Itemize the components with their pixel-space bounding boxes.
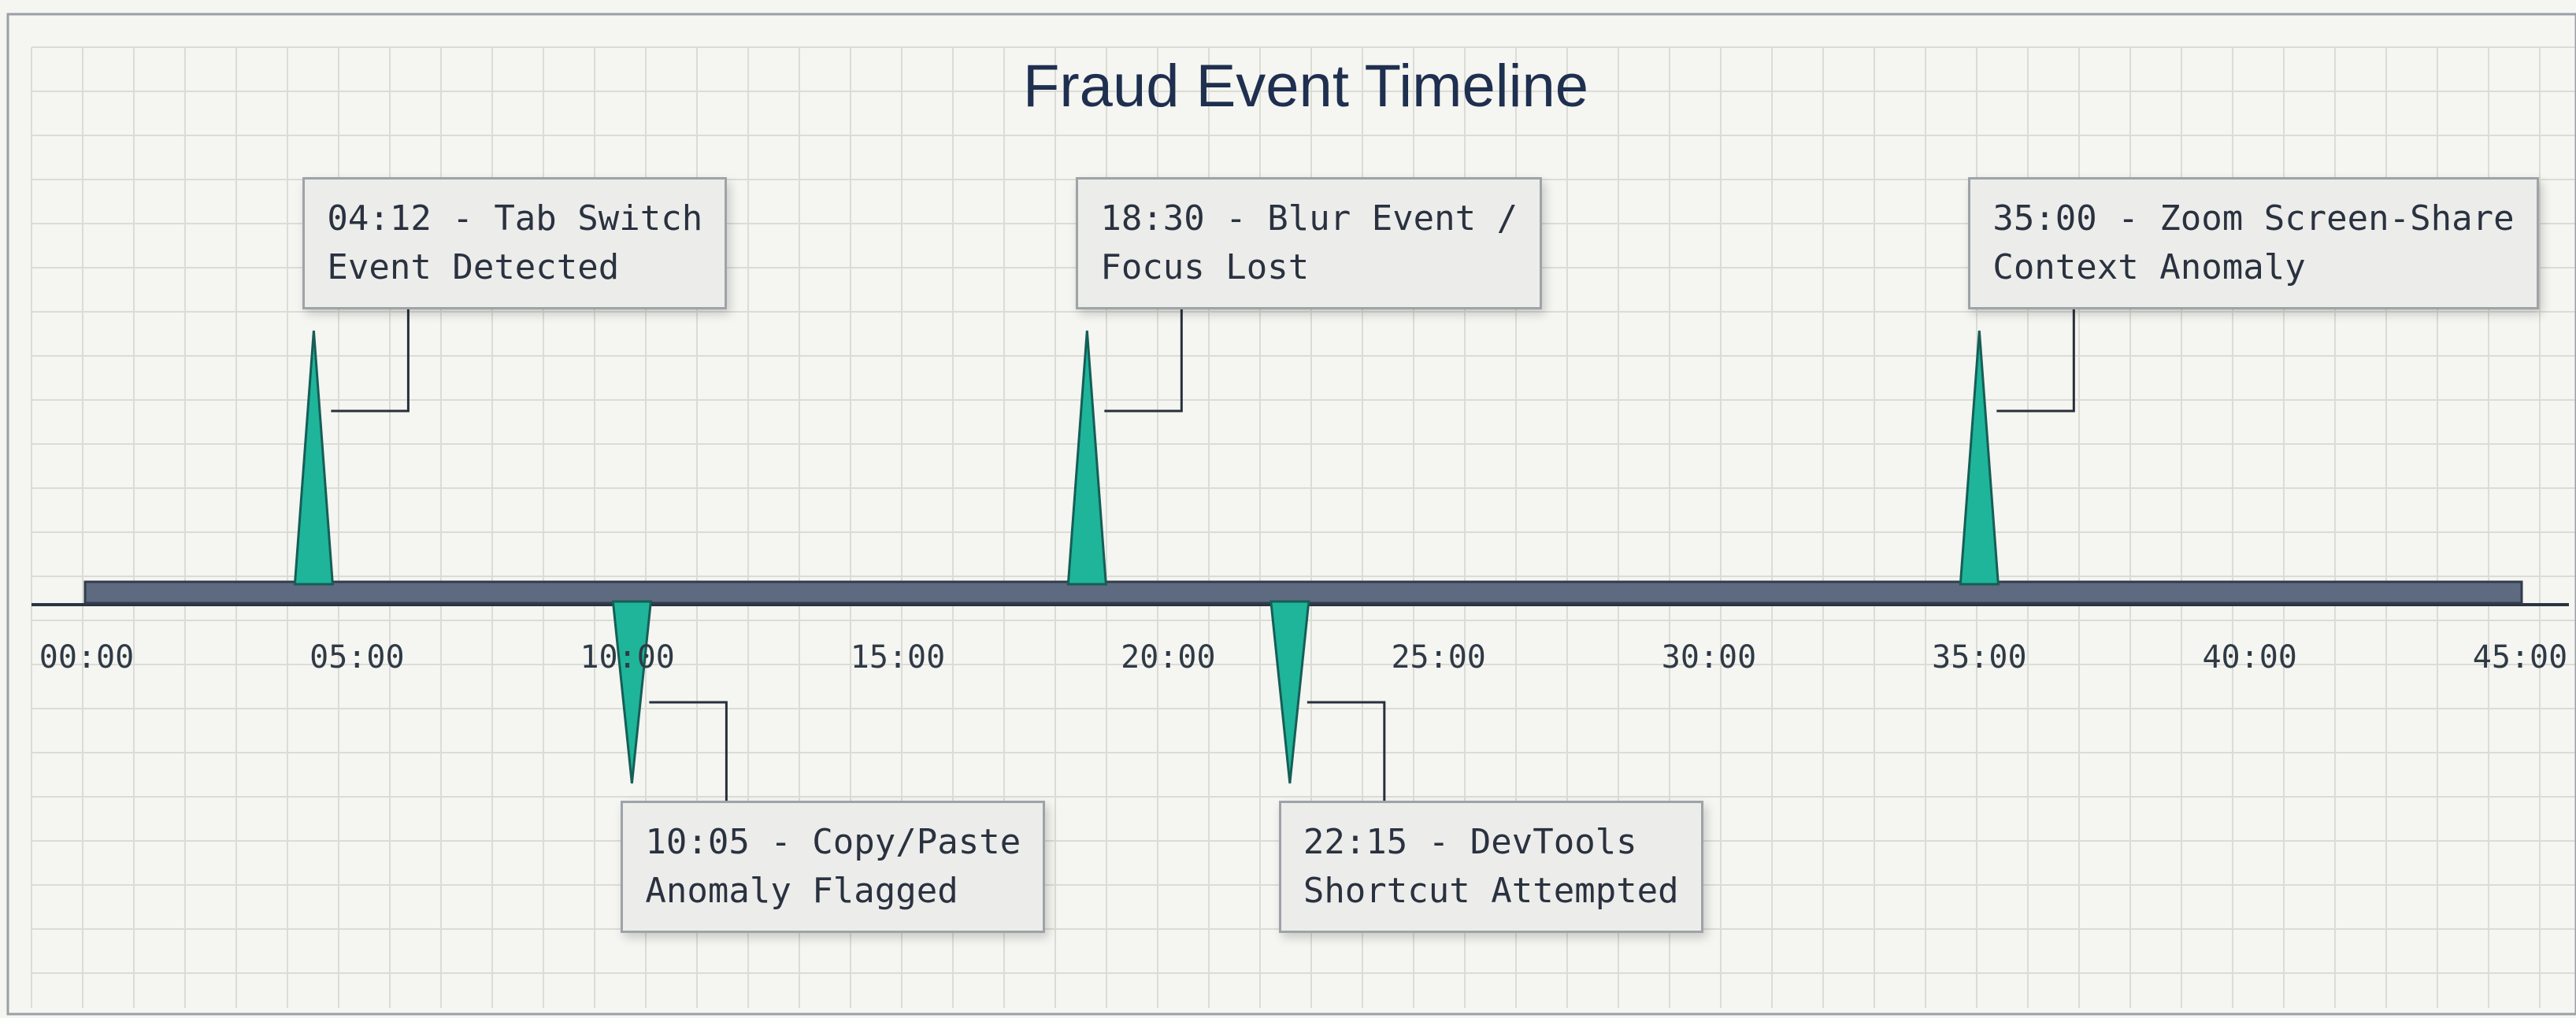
event-spike bbox=[1269, 600, 1310, 784]
x-tick-label: 25:00 bbox=[1391, 639, 1485, 676]
timeline-chart: Fraud Event Timeline 00:00 05:00 10:00 15:0… bbox=[0, 0, 2576, 1018]
x-tick-label: 35:00 bbox=[1932, 639, 2026, 676]
event-callout: 04:12 - Tab Switch Event Detected bbox=[302, 177, 728, 309]
callout-connector bbox=[331, 309, 410, 413]
chart-title: Fraud Event Timeline bbox=[1023, 53, 1588, 120]
callout-connector bbox=[1307, 701, 1386, 801]
event-spike bbox=[1959, 330, 2000, 586]
callout-connector bbox=[1104, 309, 1183, 413]
x-tick-label: 10:00 bbox=[580, 639, 674, 676]
event-spikes bbox=[293, 330, 2000, 784]
x-tick-label: 40:00 bbox=[2202, 639, 2296, 676]
x-tick-label: 00:00 bbox=[39, 639, 134, 676]
connectors bbox=[331, 309, 2075, 801]
event-spike bbox=[1066, 330, 1107, 586]
event-callout: 22:15 - DevTools Shortcut Attempted bbox=[1278, 801, 1703, 933]
event-spike bbox=[293, 330, 335, 586]
event-callout: 10:05 - Copy/Paste Anomaly Flagged bbox=[621, 801, 1046, 933]
callout-connector bbox=[1996, 309, 2075, 413]
x-tick-label: 20:00 bbox=[1121, 639, 1215, 676]
x-tick-label: 05:00 bbox=[309, 639, 404, 676]
event-callout: 18:30 - Blur Event / Focus Lost bbox=[1076, 177, 1543, 309]
x-tick-label: 15:00 bbox=[851, 639, 945, 676]
callout-connector bbox=[649, 701, 728, 801]
event-callout: 35:00 - Zoom Screen-Share Context Anomal… bbox=[1968, 177, 2539, 309]
x-tick-label: 30:00 bbox=[1662, 639, 1756, 676]
x-tick-label: 45:00 bbox=[2473, 639, 2567, 676]
timeline-bar bbox=[83, 580, 2523, 605]
